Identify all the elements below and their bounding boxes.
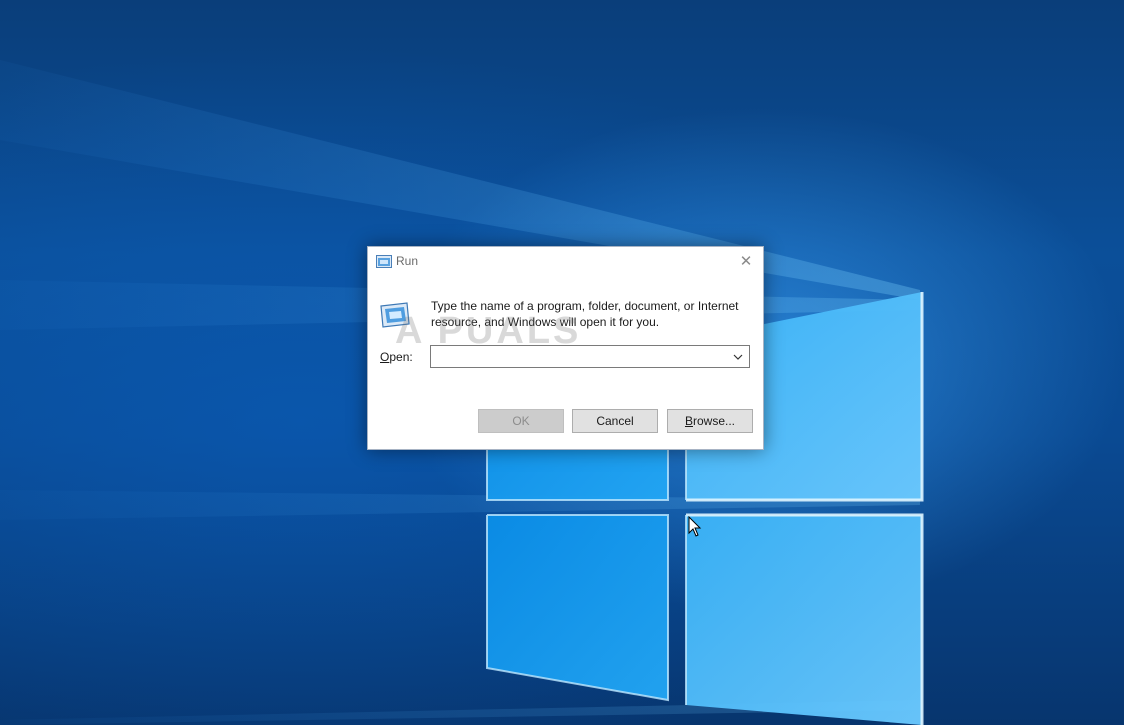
run-icon: [380, 302, 410, 328]
close-button[interactable]: ✕: [729, 247, 763, 275]
dropdown-button[interactable]: [727, 346, 749, 367]
title-bar[interactable]: Run ✕: [368, 247, 763, 275]
chevron-down-icon: [733, 354, 743, 360]
close-icon: ✕: [739, 253, 753, 270]
run-dialog: Run ✕ Type the name of a program, folder…: [367, 246, 764, 450]
mouse-pointer-icon: [688, 516, 702, 537]
browse-button[interactable]: Browse...: [667, 409, 753, 433]
open-input[interactable]: [431, 346, 731, 367]
instruction-text: Type the name of a program, folder, docu…: [431, 299, 739, 329]
dialog-title: Run: [396, 254, 419, 268]
open-label: Open:: [380, 350, 413, 364]
cancel-button[interactable]: Cancel: [572, 409, 658, 433]
ok-button[interactable]: OK: [478, 409, 564, 433]
open-combobox[interactable]: [430, 345, 750, 368]
run-icon: [376, 255, 392, 268]
